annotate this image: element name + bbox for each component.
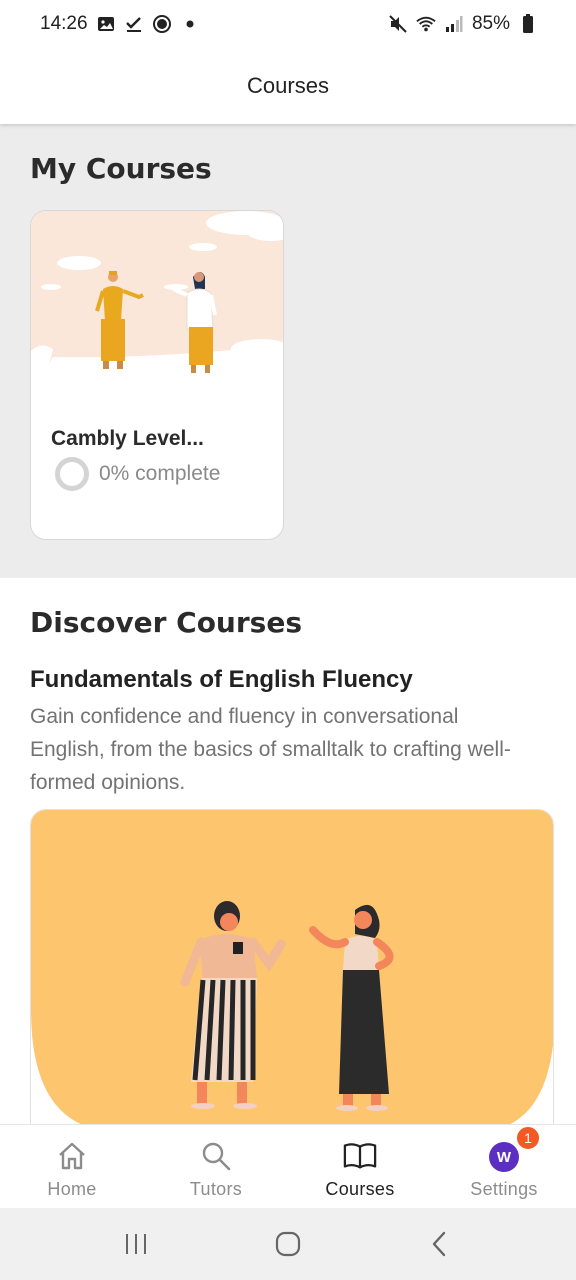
- app-bar: Courses: [0, 48, 576, 124]
- nav-home[interactable]: Home: [0, 1125, 144, 1208]
- status-time: 14:26: [40, 13, 88, 34]
- bottom-nav: Home Tutors Courses W 1 Settings: [0, 1124, 576, 1208]
- battery-percent: 85%: [471, 13, 510, 34]
- wifi-icon: [416, 14, 436, 34]
- nav-courses-label: Courses: [325, 1179, 395, 1199]
- discover-course-title[interactable]: Fundamentals of English Fluency: [30, 666, 413, 694]
- home-icon: [55, 1139, 89, 1173]
- course-illustration: [31, 211, 283, 401]
- mute-icon: [388, 14, 408, 34]
- discover-section: Discover Courses Fundamentals of English…: [0, 578, 576, 1124]
- status-bar-left: 14:26: [40, 13, 200, 35]
- home-button-icon[interactable]: [264, 1220, 312, 1268]
- nav-settings[interactable]: W 1 Settings: [432, 1125, 576, 1208]
- signal-icon: [444, 14, 464, 34]
- status-bar: 14:26 85%: [0, 0, 576, 48]
- course-card[interactable]: Cambly Level... 0% complete: [30, 210, 284, 540]
- status-bar-right: 85%: [388, 13, 538, 35]
- search-icon: [199, 1139, 233, 1173]
- nav-tutors[interactable]: Tutors: [144, 1125, 288, 1208]
- course-banner[interactable]: [30, 809, 554, 1124]
- recents-icon[interactable]: [112, 1220, 160, 1268]
- check-icon: [124, 14, 144, 34]
- progress-label: 0% complete: [99, 462, 221, 485]
- my-courses-heading: My Courses: [30, 152, 212, 185]
- back-icon[interactable]: [416, 1220, 464, 1268]
- notification-badge: 1: [515, 1125, 541, 1151]
- avatar-initial: W: [489, 1142, 519, 1172]
- system-nav-bar: [0, 1208, 576, 1280]
- sync-icon: [152, 14, 172, 34]
- course-name: Cambly Level...: [51, 427, 204, 450]
- dot-icon: [180, 14, 200, 34]
- nav-settings-label: Settings: [470, 1179, 538, 1199]
- discover-course-description: Gain confidence and fluency in conversat…: [30, 705, 511, 794]
- banner-illustration: [31, 810, 553, 1124]
- nav-tutors-label: Tutors: [189, 1179, 243, 1199]
- battery-icon: [518, 14, 538, 34]
- page-title: Courses: [247, 73, 329, 98]
- nav-courses[interactable]: Courses: [288, 1125, 432, 1208]
- gallery-icon: [96, 14, 116, 34]
- discover-heading: Discover Courses: [30, 606, 302, 639]
- progress-ring-icon: [55, 457, 89, 491]
- course-progress: 0% complete: [55, 457, 220, 491]
- nav-home-label: Home: [47, 1179, 97, 1199]
- my-courses-section: My Courses Cambly Level... 0% complete: [0, 124, 576, 578]
- book-icon: [343, 1139, 377, 1173]
